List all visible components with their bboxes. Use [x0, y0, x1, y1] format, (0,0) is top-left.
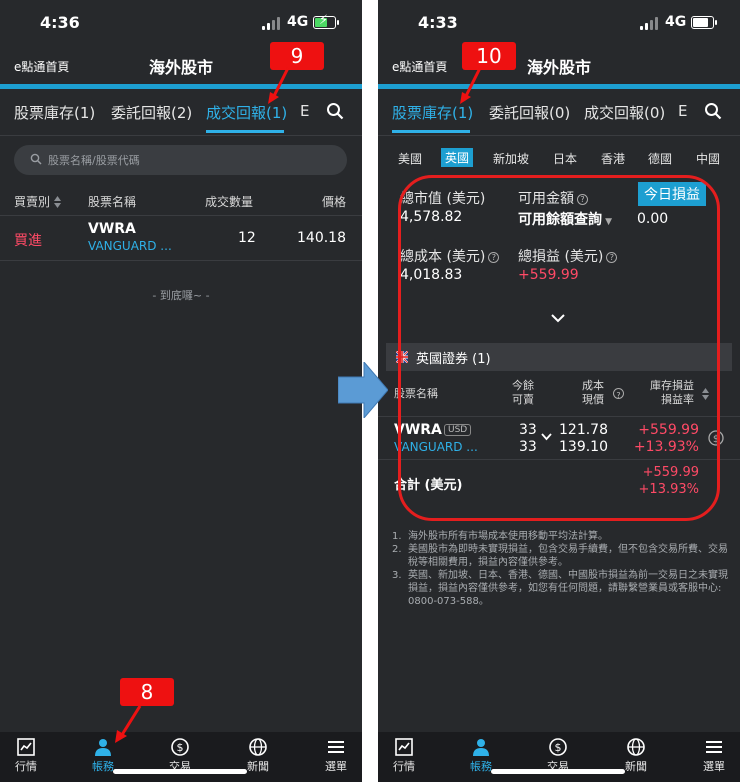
person-icon — [95, 739, 111, 756]
bottom-nav: 行情 帳務 $ 交易 新聞 選單 — [378, 732, 740, 782]
annotation-arrow — [268, 67, 290, 104]
notes-list: 1. 海外股市所有市場成本使用移動平均法計算。 2. 美國股市為即時未實現損益，包含… — [392, 530, 730, 608]
home-indicator — [113, 769, 247, 774]
table-row[interactable]: 買進 VWRA VANGUARD ... 12 140.18 — [0, 217, 362, 261]
search-icon[interactable] — [704, 102, 722, 120]
hamburger-icon — [706, 741, 722, 753]
active-tab-indicator — [392, 130, 470, 133]
table-header: 買賣別 股票名稱 成交數量 價格 — [0, 186, 362, 216]
left-screenshot: 4:36 4G ⚡ e點通首頁 海外股市 股票庫存(1) 委託回報(2) 成交回… — [0, 0, 362, 782]
search-icon[interactable] — [326, 102, 344, 120]
header-price: 價格 — [322, 195, 347, 209]
bottom-nav: 行情 帳務 $ 交易 新聞 選單 — [0, 732, 362, 782]
note-item: 2. 美國股市為即時未實現損益，包含交易手續費，但不包含交易所費、交易稅等相關費用… — [392, 544, 728, 568]
market-tabs: 美國 英國 新加坡 日本 香港 德國 中國 — [378, 147, 740, 171]
signal-icon — [640, 17, 660, 30]
tab-holdings[interactable]: 股票庫存(1) — [14, 102, 95, 123]
trade-price: 140.18 — [297, 230, 346, 246]
status-bar: 4:33 4G — [378, 0, 740, 44]
tab-bar: 股票庫存(1) 委託回報(2) 成交回報(1) E — [0, 90, 362, 136]
market-hk[interactable]: 香港 — [601, 150, 625, 167]
market-jp[interactable]: 日本 — [553, 150, 577, 167]
stock-symbol: VWRA — [88, 221, 136, 237]
active-tab-indicator — [206, 130, 284, 133]
svg-text:$: $ — [177, 741, 184, 754]
sort-icon[interactable] — [54, 196, 61, 208]
chart-icon — [395, 738, 413, 756]
step-badge-8: 8 — [120, 678, 174, 706]
hamburger-icon — [328, 741, 344, 753]
header-side[interactable]: 買賣別 — [14, 193, 50, 210]
tab-orders[interactable]: 委託回報(2) — [111, 102, 192, 123]
tab-orders[interactable]: 委託回報(0) — [489, 102, 570, 123]
dollar-icon: $ — [549, 738, 567, 756]
battery-charging-icon: ⚡ — [313, 13, 339, 29]
market-sg[interactable]: 新加坡 — [493, 150, 529, 167]
search-bar — [14, 145, 347, 175]
page-title: 海外股市 — [526, 58, 591, 77]
trade-side: 買進 — [14, 233, 42, 249]
dollar-icon: $ — [171, 738, 189, 756]
note-item: 1. 海外股市所有市場成本使用移動平均法計算。 — [392, 531, 608, 542]
accent-divider — [0, 84, 362, 89]
tab-more[interactable]: E — [678, 102, 687, 120]
battery-icon — [691, 16, 717, 29]
tab-more[interactable]: E — [300, 102, 309, 120]
header-name: 股票名稱 — [88, 195, 137, 209]
status-time: 4:36 — [40, 13, 80, 32]
status-time: 4:33 — [418, 13, 458, 32]
nav-bar: e點通首頁 海外股市 — [378, 48, 740, 84]
accent-divider — [378, 84, 740, 89]
nav-menu[interactable]: 選單 — [689, 738, 739, 774]
status-bar: 4:36 4G ⚡ — [0, 0, 362, 44]
nav-quotes[interactable]: 行情 — [1, 738, 51, 774]
network-label: 4G — [665, 14, 687, 30]
tab-executions[interactable]: 成交回報(0) — [584, 102, 665, 123]
nav-menu[interactable]: 選單 — [311, 738, 361, 774]
chart-icon — [17, 738, 35, 756]
end-of-list: - 到底囉~ - — [152, 289, 210, 302]
header-qty: 成交數量 — [205, 195, 254, 209]
tab-bar: 股票庫存(1) 委託回報(0) 成交回報(0) E — [378, 90, 740, 136]
annotation-arrow — [460, 67, 482, 104]
note-item: 3. 英國、新加坡、日本、香港、德國、中國股市損益為前一交易日之未實現損益，損益內… — [392, 570, 728, 607]
globe-icon — [627, 738, 645, 756]
highlight-box — [398, 175, 720, 521]
network-label: 4G — [287, 14, 309, 30]
person-icon — [473, 739, 489, 756]
annotation-arrow — [115, 705, 142, 743]
market-de[interactable]: 德國 — [648, 150, 672, 167]
signal-icon — [262, 17, 282, 30]
market-uk[interactable]: 英國 — [441, 148, 474, 167]
svg-text:$: $ — [555, 741, 562, 754]
stock-name: VANGUARD ... — [88, 239, 172, 253]
market-us[interactable]: 美國 — [398, 150, 422, 167]
globe-icon — [249, 738, 267, 756]
search-input[interactable] — [48, 151, 328, 169]
trade-qty: 12 — [238, 230, 256, 246]
search-icon — [30, 153, 42, 165]
right-arrow-icon — [338, 362, 388, 418]
home-indicator — [491, 769, 625, 774]
nav-quotes[interactable]: 行情 — [379, 738, 429, 774]
market-cn[interactable]: 中國 — [696, 150, 720, 167]
